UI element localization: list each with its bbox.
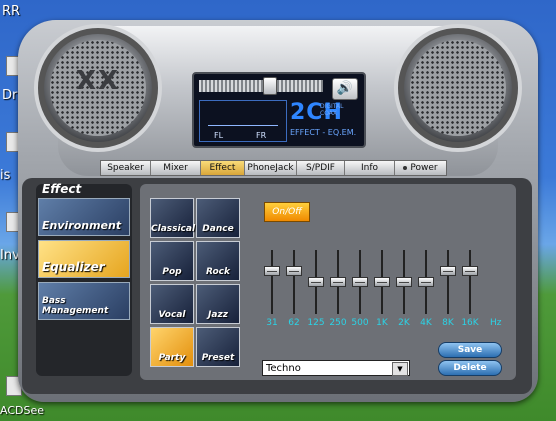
environment-label: Environment [42,219,122,232]
eq-band-knob[interactable] [352,277,368,287]
effect-mode-panel: Effect Environment Equalizer Bass Manage… [36,182,132,376]
eq-onoff-button[interactable]: On/Off [264,202,310,222]
master-volume-slider[interactable] [199,77,323,95]
speaker-volume-icon[interactable]: 🔊 [332,78,358,100]
tab-spdif[interactable]: S/PDIF [297,161,345,175]
bass-management-label: Bass Management [42,296,109,316]
eq-band-16K[interactable]: 16K [460,250,480,328]
eq-band-frequency-label: 16K [461,318,479,328]
preset-grid: Classical Dance Pop Rock Vocal Jazz Part… [150,198,244,370]
left-speaker-graphic: XX [34,24,162,152]
eq-band-8K[interactable]: 8K [438,250,458,328]
eq-band-rail [293,250,295,314]
tab-mixer[interactable]: Mixer [151,161,201,175]
status-display: 🔊 FL FR 2CH DIGITAL COAX EFFECT - EQ.EM. [192,72,366,148]
front-right-label: FR [256,131,267,140]
chevron-down-icon[interactable]: ▼ [392,362,408,376]
tab-power-label: Power [410,163,438,173]
power-dot-icon [403,165,408,170]
eq-band-knob[interactable] [418,277,434,287]
speaker-logo: XX [75,66,121,96]
preset-custom-button[interactable]: Preset [196,327,240,367]
effect-title: Effect [42,182,82,196]
preset-dance-label: Dance [202,224,234,234]
right-speaker-graphic [394,24,522,152]
save-button[interactable]: Save [438,342,502,358]
desktop-label-rr: RR [2,4,21,19]
eq-band-125[interactable]: 125 [306,250,326,328]
preset-rock-button[interactable]: Rock [196,241,240,281]
equalizer-panel: Classical Dance Pop Rock Vocal Jazz Part… [140,184,516,380]
eq-band-500[interactable]: 500 [350,250,370,328]
preset-vocal-button[interactable]: Vocal [150,284,194,324]
preset-classical-button[interactable]: Classical [150,198,196,238]
meter-line [208,125,278,126]
preset-party-label: Party [158,353,186,363]
eq-band-knob[interactable] [308,277,324,287]
bass-management-button[interactable]: Bass Management [38,282,130,320]
eq-band-knob[interactable] [330,277,346,287]
channel-meter: FL FR [199,100,287,142]
eq-band-4K[interactable]: 4K [416,250,436,328]
preset-custom-label: Preset [201,353,235,363]
eq-band-250[interactable]: 250 [328,250,348,328]
eq-preset-select[interactable]: Techno ▼ [262,360,410,376]
eq-band-1K[interactable]: 1K [372,250,392,328]
volume-slider-knob[interactable] [263,77,277,95]
mode-readout: EFFECT - EQ.EM. [290,128,357,137]
eq-band-31[interactable]: 31 [262,250,282,328]
eq-band-knob[interactable] [264,266,280,276]
preset-pop-label: Pop [162,267,182,277]
eq-band-rail [271,250,273,314]
speaker-grill [410,40,506,136]
desktop-label-fragment-3: Inv [0,248,20,263]
preset-dance-button[interactable]: Dance [196,198,240,238]
desktop-label-acdsee: ACDSee [0,404,44,417]
tab-power[interactable]: Power [395,161,446,175]
preset-rock-label: Rock [206,267,230,277]
eq-band-rail [447,250,449,314]
eq-band-2K[interactable]: 2K [394,250,414,328]
tab-speaker[interactable]: Speaker [101,161,151,175]
eq-band-62[interactable]: 62 [284,250,304,328]
preset-pop-button[interactable]: Pop [150,241,194,281]
eq-band-knob[interactable] [286,266,302,276]
tab-bar: Speaker Mixer Effect PhoneJack S/PDIF In… [100,160,447,176]
delete-button[interactable]: Delete [438,360,502,376]
eq-preset-select-value: Techno [266,363,301,374]
front-left-label: FL [214,131,224,140]
effect-panel: Effect Environment Equalizer Bass Manage… [22,178,532,394]
environment-button[interactable]: Environment [38,198,130,236]
desktop-label-fragment-2: is [0,168,11,183]
preset-party-button[interactable]: Party [150,327,194,367]
eq-band-knob[interactable] [396,277,412,287]
hz-unit-label: Hz [490,318,502,328]
preset-vocal-label: Vocal [158,310,186,320]
preset-jazz-button[interactable]: Jazz [196,284,240,324]
preset-classical-label: Classical [151,224,196,234]
eq-band-knob[interactable] [462,266,478,276]
eq-band-knob[interactable] [374,277,390,287]
tab-info[interactable]: Info [345,161,395,175]
eq-band-knob[interactable] [440,266,456,276]
eq-band-rail [469,250,471,314]
audio-control-panel-window: XX 🔊 FL FR 2CH DIGITAL COAX EFFECT - EQ.… [18,20,538,402]
desktop-label-fragment-1: Dr [2,88,18,103]
equalizer-label: Equalizer [42,260,105,274]
equalizer-button[interactable]: Equalizer [38,240,130,278]
preset-jazz-label: Jazz [208,310,228,320]
digital-coax-label: DIGITAL COAX [320,103,344,117]
tab-phonejack[interactable]: PhoneJack [245,161,297,175]
tab-effect[interactable]: Effect [201,161,245,175]
